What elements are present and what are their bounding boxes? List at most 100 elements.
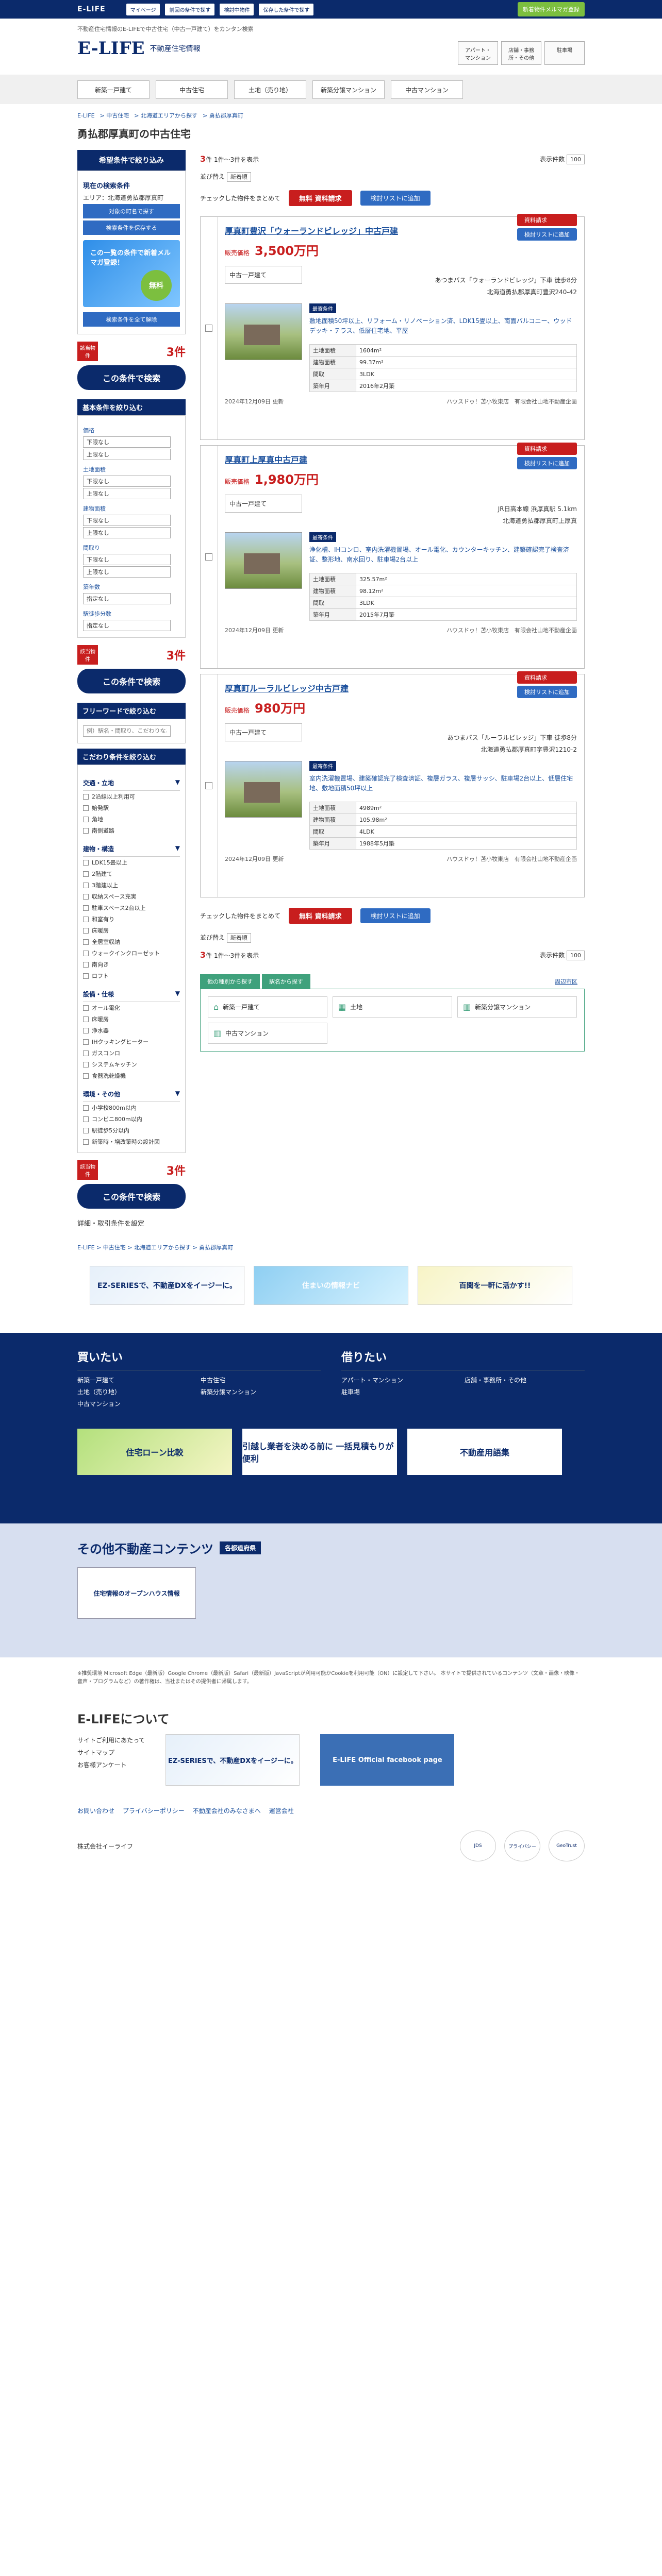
bottom-link[interactable]: 不動産会社のみなさまへ xyxy=(193,1806,261,1815)
category-header[interactable]: 環境・その他 ▼ xyxy=(83,1087,180,1102)
checkbox[interactable] xyxy=(83,950,89,956)
checkbox[interactable] xyxy=(83,893,89,900)
footer-link[interactable]: 店舗・事務所・その他 xyxy=(465,1376,585,1384)
area-town-button[interactable]: 対象の町名で探す xyxy=(83,204,180,218)
age-select[interactable]: 指定なし xyxy=(83,593,171,604)
checkbox[interactable] xyxy=(83,1039,89,1045)
newsletter-cta[interactable]: 新着物件メルマガ登録 xyxy=(518,2,585,16)
listing-checkbox-cell[interactable] xyxy=(201,674,217,897)
listing-checkbox[interactable] xyxy=(205,553,212,561)
checkbox-item[interactable]: ロフト xyxy=(83,970,180,981)
checkbox-item[interactable]: 食器洗乾燥機 xyxy=(83,1070,180,1081)
listing-photo[interactable] xyxy=(225,761,302,818)
gnav-new-house[interactable]: 新築一戸建て xyxy=(77,80,150,99)
checkbox[interactable] xyxy=(83,916,89,922)
category-header[interactable]: 設備・仕様 ▼ xyxy=(83,987,180,1002)
layout-max-select[interactable]: 上限なし xyxy=(83,566,171,578)
checkbox[interactable] xyxy=(83,1027,89,1033)
checkbox-item[interactable]: 駅徒歩5分以内 xyxy=(83,1125,180,1136)
facebook-banner[interactable]: E-LIFE Official facebook page xyxy=(320,1734,455,1786)
listing-checkbox-cell[interactable] xyxy=(201,446,217,668)
checkbox[interactable] xyxy=(83,1073,89,1079)
checkbox[interactable] xyxy=(83,859,89,866)
bulk-request-button[interactable]: 無料 資料請求 xyxy=(289,190,352,206)
checkbox[interactable] xyxy=(83,905,89,911)
saved-search-link[interactable]: 保存した条件で探す xyxy=(259,3,314,15)
about-link[interactable]: サイトマップ xyxy=(77,1747,145,1759)
checkbox[interactable] xyxy=(83,1005,89,1011)
checkbox-item[interactable]: IHクッキングヒーター xyxy=(83,1036,180,1047)
request-button[interactable]: 資料請求 xyxy=(517,671,577,684)
breadcrumb-item[interactable]: E-LIFE xyxy=(77,112,95,119)
checkbox-item[interactable]: 南側道路 xyxy=(83,825,180,836)
checkbox-item[interactable]: 2階建て xyxy=(83,868,180,879)
checkbox-item[interactable]: システムキッチン xyxy=(83,1059,180,1070)
breadcrumb-item[interactable]: E-LIFE xyxy=(77,1244,95,1251)
search-button[interactable]: この条件で検索 xyxy=(77,1184,186,1209)
listing-photo[interactable] xyxy=(225,303,302,360)
other-type-link[interactable]: ▦ 土地 xyxy=(333,996,452,1018)
info-navi-banner[interactable]: 住まいの情報ナビ xyxy=(254,1266,408,1305)
checkbox[interactable] xyxy=(83,827,89,834)
clear-conditions-button[interactable]: 検索条件を全て解除 xyxy=(83,312,180,327)
walk-select[interactable]: 指定なし xyxy=(83,620,171,631)
breadcrumb-item[interactable]: 北海道エリアから探す xyxy=(134,1244,191,1251)
favorite-button[interactable]: 検討リストに追加 xyxy=(517,457,577,469)
checkbox-item[interactable]: 2沿線以上利用可 xyxy=(83,791,180,802)
footer-link[interactable]: 新築分譲マンション xyxy=(201,1387,321,1396)
bulk-favorite-button[interactable]: 検討リストに追加 xyxy=(360,191,431,206)
checkbox-item[interactable]: 駐車スペース2台以上 xyxy=(83,902,180,913)
checkbox-item[interactable]: コンビニ800m以内 xyxy=(83,1113,180,1125)
checkbox[interactable] xyxy=(83,805,89,811)
gnav-used-house[interactable]: 中古住宅 xyxy=(156,80,228,99)
price-min-select[interactable]: 下限なし xyxy=(83,436,171,448)
checkbox-item[interactable]: 全居室収納 xyxy=(83,936,180,947)
breadcrumb-item[interactable]: 北海道エリアから探す xyxy=(141,112,197,119)
listing-checkbox[interactable] xyxy=(205,782,212,789)
checkbox-item[interactable]: 南向き xyxy=(83,959,180,970)
open-house-card[interactable]: 住宅情報のオープンハウス情報 xyxy=(77,1567,196,1619)
checkbox[interactable] xyxy=(83,1116,89,1122)
category-header[interactable]: 建物・構造 ▼ xyxy=(83,841,180,857)
checkbox-item[interactable]: ウォークインクローゼット xyxy=(83,947,180,959)
checkbox-item[interactable]: 小学校800m以内 xyxy=(83,1102,180,1113)
favorite-button[interactable]: 検討リストに追加 xyxy=(517,228,577,241)
newsletter-banner[interactable]: この一覧の条件で新着メルマガ登録！ 無料 xyxy=(83,240,180,307)
hyakubun-banner[interactable]: 百聞を一軒に活かす!! xyxy=(418,1266,572,1305)
sort-select[interactable]: 新着順 xyxy=(226,172,251,182)
breadcrumb-item[interactable]: 中古住宅 xyxy=(103,1244,126,1251)
building-min-select[interactable]: 下限なし xyxy=(83,515,171,526)
building-max-select[interactable]: 上限なし xyxy=(83,527,171,538)
footer-link[interactable]: 中古マンション xyxy=(77,1399,197,1408)
about-link[interactable]: サイトご利用にあたって xyxy=(77,1734,145,1747)
per-page-select[interactable]: 100 xyxy=(567,951,585,960)
checkbox[interactable] xyxy=(83,927,89,934)
checkbox-item[interactable]: 和室有り xyxy=(83,913,180,925)
checkbox[interactable] xyxy=(83,1050,89,1056)
checkbox-item[interactable]: 角地 xyxy=(83,814,180,825)
mypage-link[interactable]: マイページ xyxy=(126,3,160,15)
request-button[interactable]: 資料請求 xyxy=(517,214,577,226)
search-button[interactable]: この条件で検索 xyxy=(77,365,186,390)
footer-link[interactable]: アパート・マンション xyxy=(341,1376,461,1384)
checkbox-item[interactable]: ガスコンロ xyxy=(83,1047,180,1059)
nearby-link[interactable]: 周辺市区 xyxy=(548,974,585,989)
checkbox[interactable] xyxy=(83,961,89,968)
sort-select[interactable]: 新着順 xyxy=(226,933,251,943)
land-min-select[interactable]: 下限なし xyxy=(83,476,171,487)
checkbox-item[interactable]: 床暖房 xyxy=(83,925,180,936)
checkbox[interactable] xyxy=(83,871,89,877)
bottom-link[interactable]: お問い合わせ xyxy=(77,1806,114,1815)
gnav-new-mansion[interactable]: 新築分譲マンション xyxy=(312,80,385,99)
gnav-land[interactable]: 土地（売り地） xyxy=(234,80,306,99)
save-search-button[interactable]: 検索条件を保存する xyxy=(83,221,180,235)
checkbox[interactable] xyxy=(83,1127,89,1133)
top-logo[interactable]: E-LIFE xyxy=(77,5,106,13)
footer-link[interactable]: 駐車場 xyxy=(341,1387,461,1396)
checkbox-item[interactable]: LDK15畳以上 xyxy=(83,857,180,868)
request-button[interactable]: 資料請求 xyxy=(517,443,577,455)
ez-series-banner[interactable]: EZ-SERIESで、不動産DXをイージーに。 xyxy=(90,1266,244,1305)
header-link-shop[interactable]: 店舗・事務所・その他 xyxy=(501,41,541,65)
bottom-link[interactable]: 運営会社 xyxy=(269,1806,294,1815)
per-page-select[interactable]: 100 xyxy=(567,155,585,164)
